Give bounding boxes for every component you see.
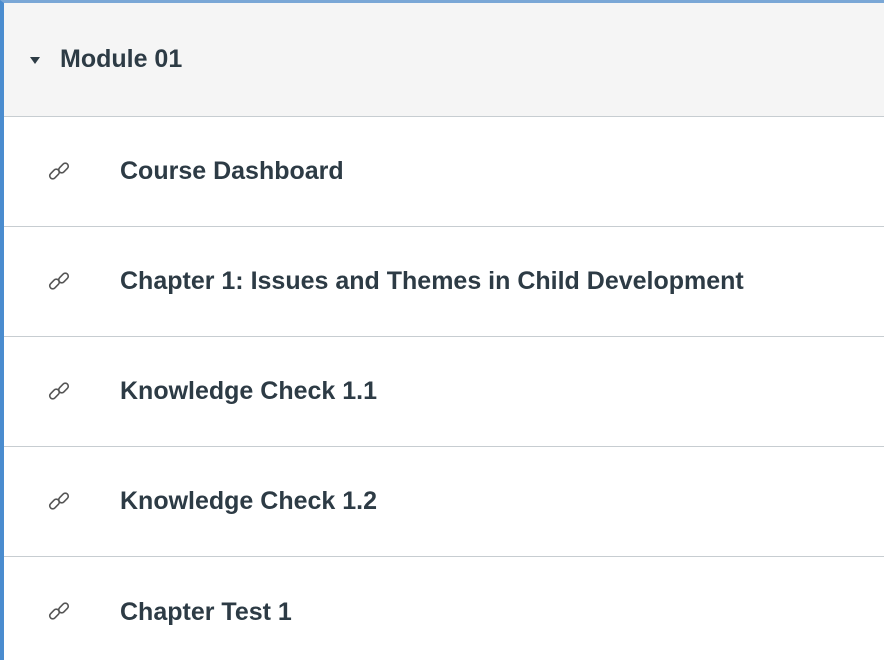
module-item-chapter-1[interactable]: Chapter 1: Issues and Themes in Child De… xyxy=(4,227,884,337)
link-icon xyxy=(48,271,70,290)
link-icon xyxy=(48,602,70,620)
caret-down-icon[interactable] xyxy=(30,57,40,64)
module-header[interactable]: Module 01 xyxy=(4,3,884,117)
module-item-title[interactable]: Chapter Test 1 xyxy=(120,598,292,627)
module-item-chapter-test-1[interactable]: Chapter Test 1 xyxy=(4,557,884,667)
module-item-title[interactable]: Chapter 1: Issues and Themes in Child De… xyxy=(120,267,744,296)
link-icon xyxy=(48,381,70,400)
module-item-title[interactable]: Course Dashboard xyxy=(120,157,344,186)
module-item-title[interactable]: Knowledge Check 1.1 xyxy=(120,377,377,406)
module-title: Module 01 xyxy=(60,45,183,73)
module-container: Module 01 Course Dashboard Chapter 1: Is… xyxy=(0,0,884,660)
module-item-title[interactable]: Knowledge Check 1.2 xyxy=(120,487,377,516)
link-icon xyxy=(48,491,70,510)
module-item-knowledge-check-1-1[interactable]: Knowledge Check 1.1 xyxy=(4,337,884,447)
module-item-course-dashboard[interactable]: Course Dashboard xyxy=(4,117,884,227)
link-icon xyxy=(48,161,70,180)
module-item-knowledge-check-1-2[interactable]: Knowledge Check 1.2 xyxy=(4,447,884,557)
